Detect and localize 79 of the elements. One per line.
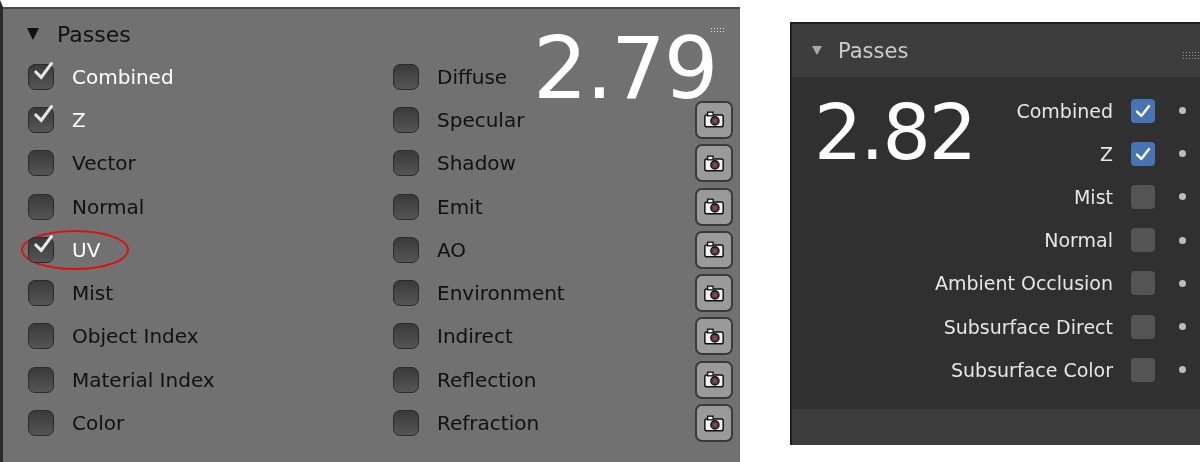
keyframe-dot-icon[interactable] — [1179, 279, 1186, 287]
camera-button[interactable] — [695, 317, 733, 356]
checkbox[interactable] — [1131, 98, 1155, 123]
keyframe-dot-icon[interactable] — [1179, 193, 1186, 201]
checkbox-label: Ambient Occlusion — [934, 272, 1113, 295]
camera-icon — [703, 370, 725, 390]
checkbox-label: Reflection — [437, 367, 538, 392]
checkbox-label: Refraction — [437, 411, 541, 435]
checkbox[interactable] — [393, 106, 419, 133]
camera-button[interactable] — [695, 404, 733, 442]
checkbox-label: Shadow — [437, 151, 517, 176]
checkbox-label: AO — [437, 237, 468, 262]
checkbox-label: Material Index — [72, 367, 215, 392]
keyframe-dot-icon[interactable] — [1179, 323, 1186, 331]
checkbox-label: Mist — [72, 281, 114, 306]
camera-icon — [703, 240, 725, 260]
checkbox[interactable] — [1131, 271, 1155, 296]
checkbox-label: UV — [72, 237, 101, 262]
checkbox[interactable] — [28, 63, 54, 90]
collapse-triangle-icon[interactable] — [27, 28, 39, 40]
checkbox[interactable] — [393, 280, 419, 307]
keyframe-dot-icon[interactable] — [1179, 366, 1186, 374]
camera-button[interactable] — [695, 274, 733, 313]
checkbox[interactable] — [393, 193, 419, 220]
checkbox-label: Combined — [1016, 99, 1113, 122]
checkbox[interactable] — [28, 280, 54, 307]
keyframe-dot-icon[interactable] — [1179, 107, 1186, 115]
checkbox-label: Color — [72, 411, 125, 435]
checkbox-label: Vector — [72, 151, 136, 176]
camera-icon — [703, 197, 725, 217]
camera-icon — [703, 153, 725, 173]
checkbox-label: Object Index — [72, 324, 199, 349]
keyframe-dot-icon[interactable] — [1179, 150, 1186, 158]
checkbox[interactable] — [28, 236, 54, 263]
checkbox[interactable] — [393, 236, 419, 263]
checkbox-label: Subsurface Color — [950, 358, 1113, 381]
checkbox-label: Z — [1099, 142, 1113, 165]
checkbox-label: Normal — [1044, 229, 1113, 252]
checkbox[interactable] — [28, 323, 54, 350]
camera-icon — [703, 413, 725, 433]
checkbox-label: Specular — [437, 107, 526, 132]
camera-icon — [703, 283, 725, 303]
checkbox[interactable] — [28, 193, 54, 220]
checkbox[interactable] — [393, 323, 419, 350]
camera-button[interactable] — [695, 230, 733, 269]
panel-title[interactable]: Passes — [838, 38, 909, 63]
checkbox[interactable] — [1131, 184, 1155, 209]
checkbox-label: Indirect — [437, 324, 514, 349]
checkbox-label: Mist — [1073, 185, 1113, 208]
checkbox[interactable] — [1131, 314, 1155, 339]
checkbox-label: Normal — [72, 194, 145, 219]
checkbox[interactable] — [1131, 357, 1155, 382]
camera-icon — [703, 110, 725, 130]
checkbox-label: Z — [72, 107, 86, 132]
checkbox[interactable] — [393, 150, 419, 177]
checkbox[interactable] — [393, 366, 419, 393]
checkbox[interactable] — [393, 410, 419, 436]
checkbox[interactable] — [28, 366, 54, 393]
checkbox[interactable] — [393, 63, 419, 90]
camera-icon — [703, 326, 725, 346]
camera-button[interactable] — [695, 100, 733, 139]
version-number: 2.79 — [533, 25, 717, 111]
camera-button[interactable] — [695, 187, 733, 226]
checkbox[interactable] — [28, 150, 54, 177]
camera-button[interactable] — [695, 144, 733, 183]
collapse-triangle-icon[interactable] — [812, 46, 822, 55]
keyframe-dot-icon[interactable] — [1179, 236, 1186, 244]
checkbox-label: Environment — [437, 281, 566, 306]
checkbox[interactable] — [1131, 228, 1155, 253]
checkbox[interactable] — [28, 106, 54, 133]
version-number: 2.82 — [814, 95, 976, 171]
checkbox-label: Subsurface Direct — [943, 315, 1113, 338]
panel-title[interactable]: Passes — [57, 21, 131, 47]
checkbox-label: Diffuse — [437, 64, 509, 89]
checkbox-label: Combined — [72, 64, 174, 89]
checkbox[interactable] — [1131, 141, 1155, 166]
camera-button[interactable] — [695, 360, 733, 399]
checkbox[interactable] — [28, 410, 54, 436]
checkbox-label: Emit — [437, 194, 484, 219]
